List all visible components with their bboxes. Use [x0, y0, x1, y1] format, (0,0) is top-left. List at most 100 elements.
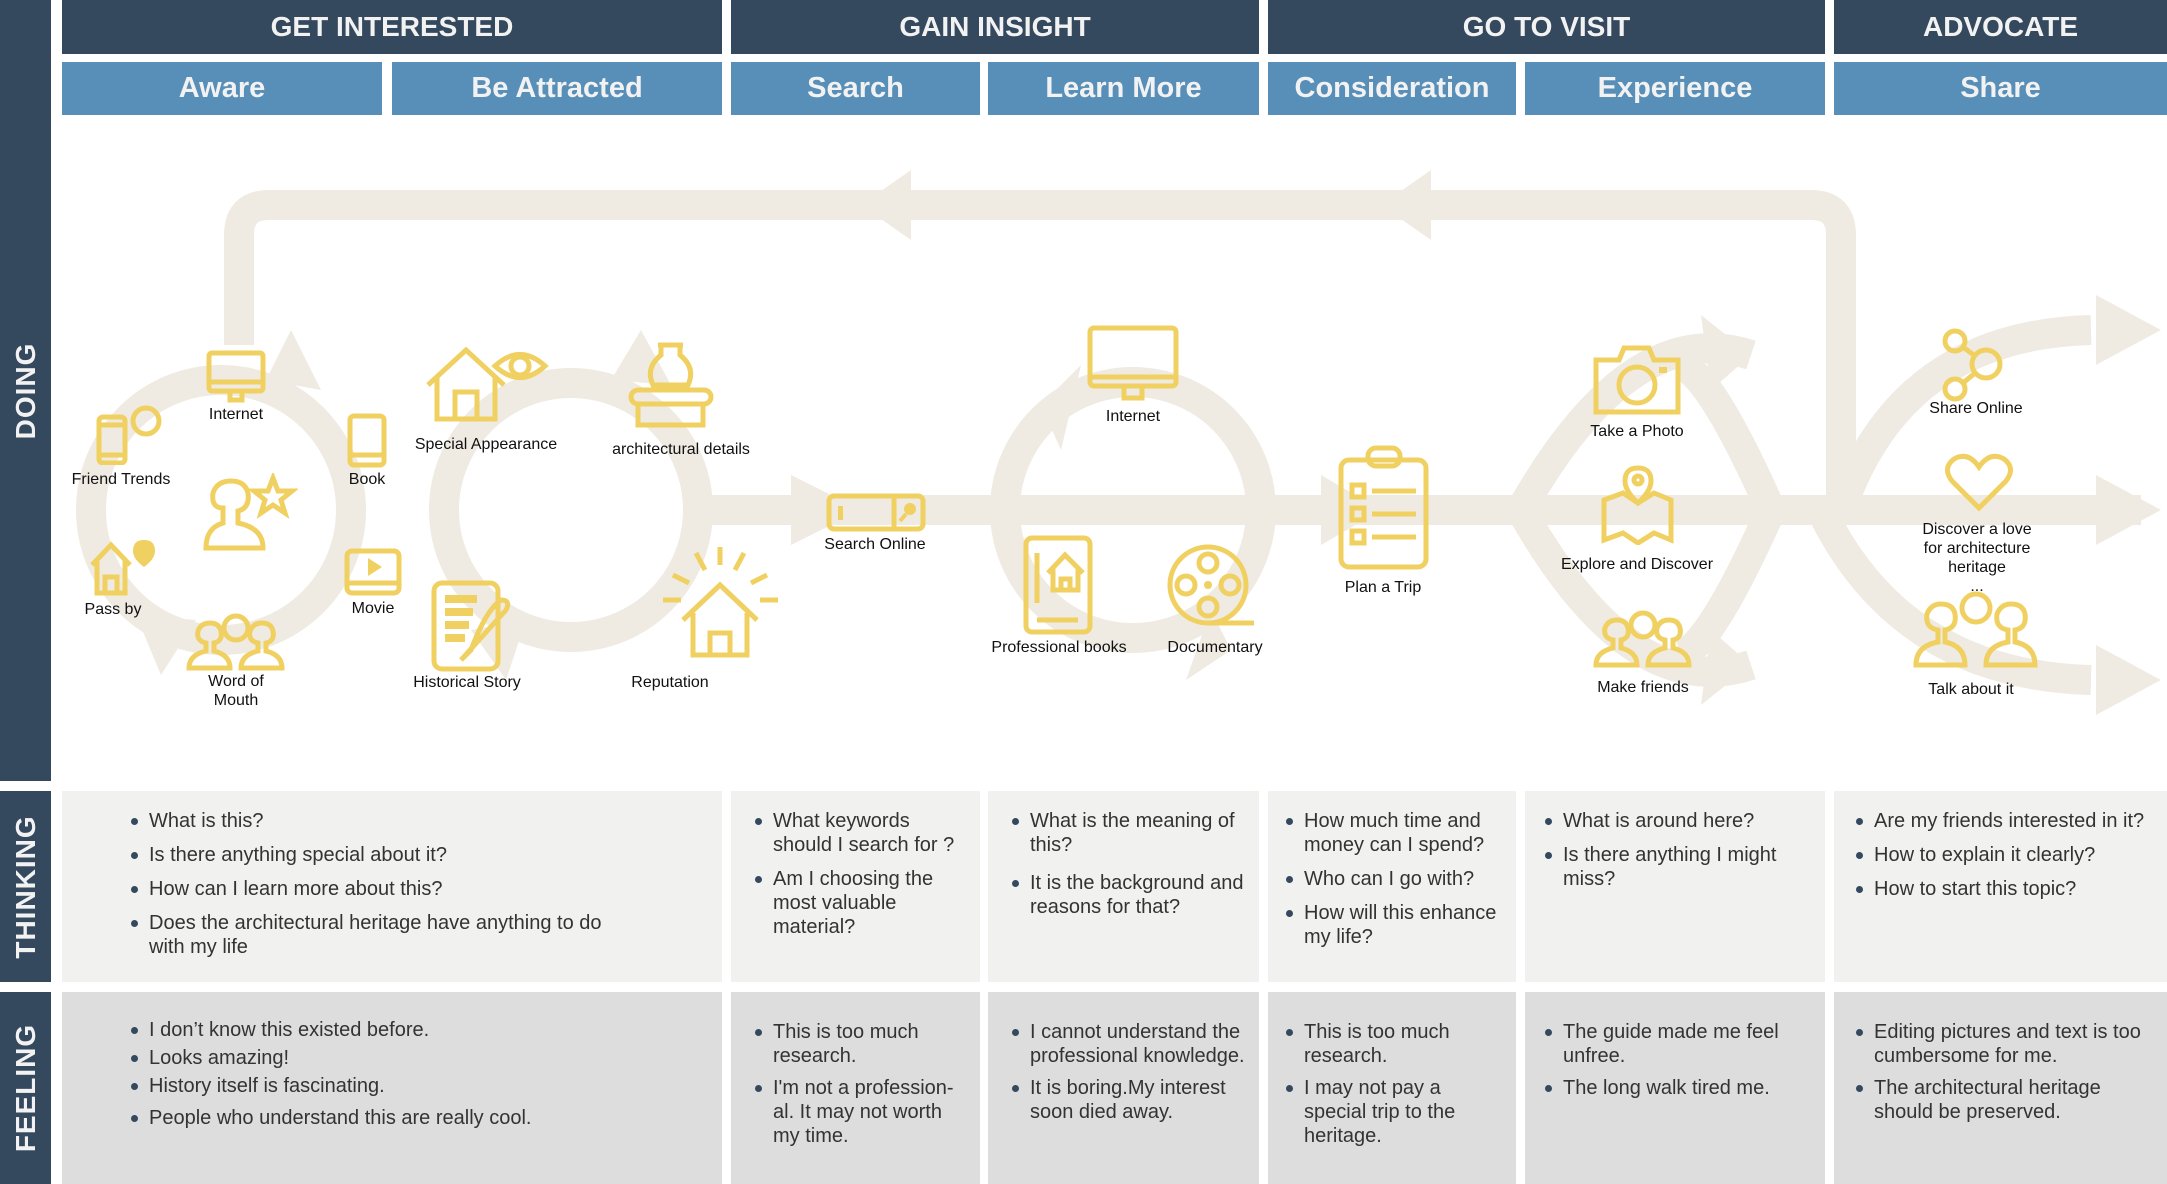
camera-icon	[1593, 345, 1681, 415]
row-label-thinking: THINKING	[0, 791, 51, 982]
thinking-cell-search: What keywords should I search for ? Am I…	[731, 791, 980, 982]
house-shine-icon	[663, 547, 778, 658]
label-documentary: Documentary	[1167, 639, 1263, 656]
doing-flow-diagram: Internet Friend Trends Book Pass by Movi…	[51, 115, 2167, 785]
label-friend-trends: Friend Trends	[71, 471, 171, 488]
feeling-item: This is too much research.	[751, 1020, 966, 1068]
row-label-feeling: FEELING	[0, 992, 51, 1184]
label-explore-and-discover: Explore and Discover	[1560, 556, 1714, 573]
thinking-cell-share: Are my friends interested in it? How to …	[1834, 791, 2167, 982]
label-discover-a-love: Discover a love for architecture heritag…	[1922, 521, 2032, 595]
feeling-list: I cannot understand the professional kno…	[1008, 1020, 1245, 1124]
label-reputation: Reputation	[631, 674, 709, 691]
feeling-item: I'm not a profession-al. It may not wort…	[751, 1076, 966, 1148]
thinking-cell-get-interested: What is this? Is there anything special …	[62, 791, 722, 982]
step-experience: Experience	[1525, 62, 1825, 115]
label-architectural-details: architectural details	[612, 441, 750, 458]
feeling-cell-get-interested: I don’t know this existed before. Looks …	[62, 992, 722, 1184]
thought-item: How can I learn more about this?	[127, 877, 708, 901]
label-internet-learn: Internet	[1105, 408, 1161, 425]
row-label-doing-text: DOING	[9, 342, 41, 439]
label-word-of-mouth: Word of Mouth	[208, 673, 264, 709]
people-chat-icon	[186, 613, 285, 671]
stage-advocate: ADVOCATE	[1834, 0, 2167, 54]
book-house-icon	[1023, 535, 1093, 635]
thinking-list: What keywords should I search for ? Am I…	[751, 809, 966, 939]
video-player-icon	[344, 548, 402, 596]
feeling-list: I don’t know this existed before. Looks …	[127, 1018, 708, 1130]
label-search-online: Search Online	[824, 536, 926, 553]
thinking-cell-consideration: How much time and money can I spend? Who…	[1268, 791, 1516, 982]
people-chat-icon	[1593, 610, 1692, 668]
document-quill-icon	[431, 580, 511, 672]
map-pin-icon	[1601, 465, 1674, 545]
thinking-list: What is the meaning of this? It is the b…	[1008, 809, 1245, 919]
phone-chat-icon	[96, 405, 162, 465]
clipboard-checklist-icon	[1338, 445, 1429, 570]
people-chat-icon	[1913, 591, 2038, 668]
thinking-list: What is around here? Is there anything I…	[1541, 809, 1811, 891]
thought-item: Is there anything special about it?	[127, 843, 708, 867]
label-make-friends: Make friends	[1597, 679, 1689, 696]
thought-item: What is the meaning of this?	[1008, 809, 1245, 857]
step-search: Search	[731, 62, 980, 115]
label-take-a-photo: Take a Photo	[1590, 423, 1684, 440]
arrowhead-return-1	[861, 170, 911, 240]
label-professional-books: Professional books	[991, 639, 1127, 656]
thinking-cell-experience: What is around here? Is there anything I…	[1525, 791, 1825, 982]
feeling-item: It is boring.My interest soon died away.	[1008, 1076, 1245, 1124]
label-historical-story: Historical Story	[413, 674, 521, 691]
thought-item: How much time and money can I spend?	[1282, 809, 1502, 857]
row-label-doing: DOING	[0, 0, 51, 781]
label-internet-aware: Internet	[208, 406, 264, 423]
step-aware: Aware	[62, 62, 382, 115]
step-share: Share	[1834, 62, 2167, 115]
stage-gain-insight: GAIN INSIGHT	[731, 0, 1259, 54]
feeling-list: This is too much research. I'm not a pro…	[751, 1020, 966, 1148]
monitor-icon	[1087, 325, 1179, 401]
arrowhead-share-top	[2096, 295, 2161, 365]
thought-item: What keywords should I search for ?	[751, 809, 966, 857]
stage-go-to-visit: GO TO VISIT	[1268, 0, 1825, 54]
label-pass-by: Pass by	[84, 601, 142, 618]
thought-item: Am I choosing the most valuable material…	[751, 867, 966, 939]
stage-get-interested: GET INTERESTED	[62, 0, 722, 54]
row-label-thinking-text: THINKING	[9, 814, 41, 959]
search-bar-icon	[826, 493, 926, 532]
arrowhead-share-mid	[2096, 475, 2161, 545]
thought-item: Does the architectural heritage have any…	[127, 911, 629, 959]
thinking-cell-learn-more: What is the meaning of this? It is the b…	[988, 791, 1259, 982]
monitor-icon	[206, 350, 266, 403]
arrowhead-share-bottom	[2096, 645, 2161, 715]
label-plan-a-trip: Plan a Trip	[1344, 579, 1422, 596]
step-be-attracted: Be Attracted	[392, 62, 722, 115]
feeling-cell-consideration: This is too much research. I may not pay…	[1268, 992, 1516, 1184]
feeling-item: The architectural heritage should be pre…	[1852, 1076, 2153, 1124]
thought-item: Who can I go with?	[1282, 867, 1502, 891]
feeling-item: I may not pay a special trip to the heri…	[1282, 1076, 1502, 1148]
thought-item: Are my friends interested in it?	[1852, 809, 2153, 833]
house-eye-icon	[426, 346, 549, 422]
feeling-item: The long walk tired me.	[1541, 1076, 1811, 1100]
thought-item: What is this?	[127, 809, 708, 833]
thought-item: How to start this topic?	[1852, 877, 2153, 901]
step-learn-more: Learn More	[988, 62, 1259, 115]
feeling-cell-learn-more: I cannot understand the professional kno…	[988, 992, 1259, 1184]
person-star-icon	[203, 473, 298, 551]
label-talk-about-it: Talk about it	[1928, 681, 2014, 698]
arrowhead-aware-top	[266, 330, 321, 390]
thought-item: How to explain it clearly?	[1852, 843, 2153, 867]
feeling-cell-search: This is too much research. I'm not a pro…	[731, 992, 980, 1184]
feeling-item: History itself is fascinating.	[127, 1074, 708, 1098]
label-share-online: Share Online	[1929, 400, 2023, 417]
thinking-list: What is this? Is there anything special …	[127, 809, 708, 959]
thought-item: Is there anything I might miss?	[1541, 843, 1811, 891]
label-special-appearance: Special Appearance	[414, 436, 558, 453]
thought-item: How will this enhance my life?	[1282, 901, 1502, 949]
feeling-list: The guide made me feel unfree. The long …	[1541, 1020, 1811, 1100]
column-vase-icon	[628, 342, 714, 428]
thinking-list: How much time and money can I spend? Who…	[1282, 809, 1502, 949]
arrowhead-return-2	[1381, 170, 1431, 240]
feeling-item: Editing pictures and text is too cumbers…	[1852, 1020, 2153, 1068]
house-pin-icon	[90, 540, 155, 596]
